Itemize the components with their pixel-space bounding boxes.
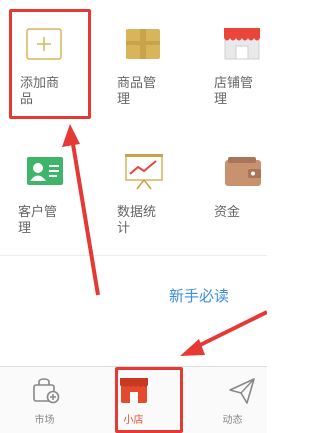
- annotation-arrow-down: [180, 310, 267, 356]
- annotation-arrow-up: [62, 124, 100, 296]
- annotation-arrows: [62, 124, 267, 356]
